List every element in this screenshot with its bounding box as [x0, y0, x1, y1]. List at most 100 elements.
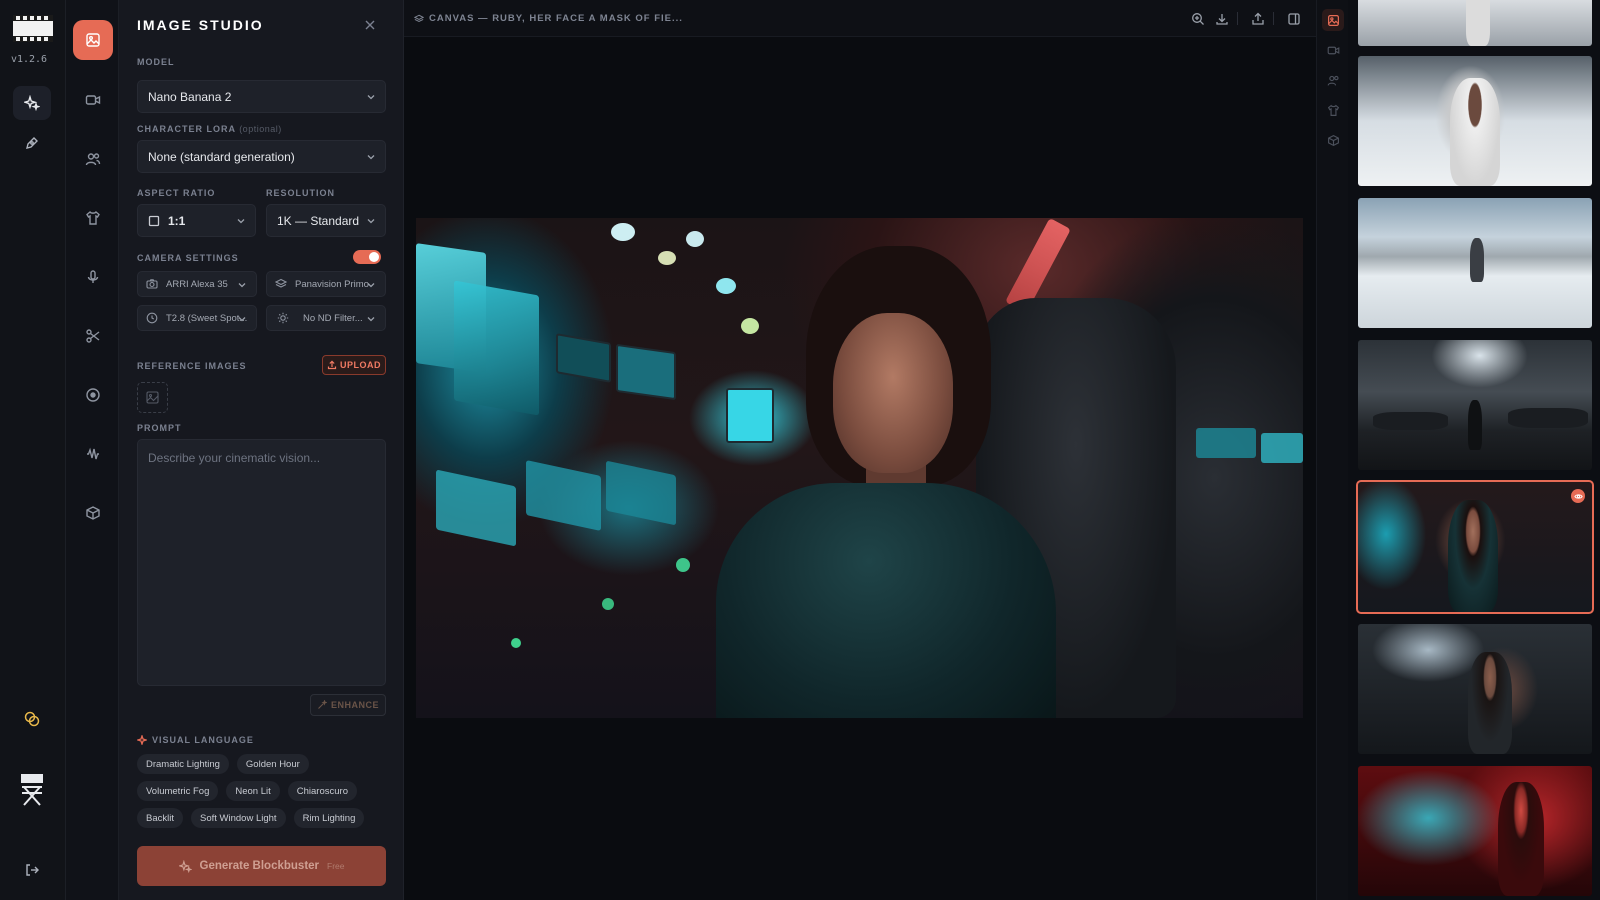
image-icon: [86, 33, 100, 47]
prompt-label: PROMPT: [137, 423, 182, 433]
add-reference-image-slot[interactable]: [137, 382, 168, 413]
zoom-in-icon: [1191, 12, 1204, 25]
rail-wardrobe-button[interactable]: [1322, 99, 1344, 121]
download-button[interactable]: [1213, 10, 1230, 27]
logout-button[interactable]: [13, 853, 51, 887]
resolution-select[interactable]: 1K — Standard: [266, 204, 386, 237]
cube-icon: [1327, 134, 1339, 146]
aspect-ratio-select[interactable]: 1:1: [137, 204, 256, 237]
rail-video-button[interactable]: [1322, 39, 1344, 61]
record-icon: [86, 388, 100, 402]
share-button[interactable]: [1249, 10, 1266, 27]
tool-cut-button[interactable]: [73, 316, 113, 356]
model-select[interactable]: Nano Banana 2: [137, 80, 386, 113]
chevron-down-icon: [238, 283, 246, 288]
nd-filter-select[interactable]: No ND Filter...: [266, 305, 386, 331]
model-value: Nano Banana 2: [148, 89, 232, 104]
sparkles-icon: [24, 95, 40, 111]
users-icon: [85, 153, 101, 166]
lens-value: Panavision Primo: [295, 278, 369, 290]
canvas-area: CANVAS — RUBY, HER FACE A MASK OF FIE...: [404, 0, 1316, 900]
director-chair-icon: [21, 774, 43, 806]
shirt-icon: [86, 210, 100, 225]
spark-icon: [137, 735, 147, 745]
video-camera-icon: [85, 95, 101, 105]
chip-neon-lit[interactable]: Neon Lit: [226, 781, 280, 801]
gallery-thumbnail[interactable]: [1358, 340, 1592, 470]
nav-edit-button[interactable]: [13, 126, 51, 160]
tool-record-button[interactable]: [73, 375, 113, 415]
tool-image-button[interactable]: [73, 20, 113, 60]
cube-icon: [86, 506, 100, 520]
app-version: v1.2.6: [10, 54, 48, 65]
nav-generate-button[interactable]: [13, 86, 51, 120]
pen-tool-icon: [26, 137, 38, 149]
tool-video-button[interactable]: [73, 80, 113, 120]
tool-3d-button[interactable]: [73, 493, 113, 533]
canvas-title: CANVAS — RUBY, HER FACE A MASK OF FIE...: [414, 13, 683, 24]
generated-image[interactable]: [416, 218, 1303, 718]
toggle-panel-button[interactable]: [1285, 10, 1302, 27]
chip-soft-window-light[interactable]: Soft Window Light: [190, 808, 286, 828]
tool-voice-button[interactable]: [73, 257, 113, 297]
upload-button[interactable]: UPLOAD: [322, 355, 386, 375]
rail-characters-button[interactable]: [1322, 69, 1344, 91]
primary-nav-rail: v1.2.6: [0, 0, 66, 900]
upload-icon: [327, 360, 337, 370]
enhance-button[interactable]: ENHANCE: [310, 694, 386, 716]
camera-settings-toggle[interactable]: [353, 250, 381, 264]
gallery-thumbnail[interactable]: [1358, 198, 1592, 328]
chevron-down-icon: [238, 317, 246, 322]
chip-backlit[interactable]: Backlit: [137, 808, 183, 828]
layers-icon: [414, 14, 424, 22]
audio-waveform-icon: [87, 447, 99, 460]
users-icon: [1327, 75, 1339, 86]
chip-volumetric-fog[interactable]: Volumetric Fog: [137, 781, 219, 801]
gallery-thumbnail[interactable]: [1358, 766, 1592, 896]
rail-3d-button[interactable]: [1322, 129, 1344, 151]
app-window: v1.2.6 IMAGE STUDIO MODEL Nano Banana 2 …: [0, 0, 1600, 900]
reference-images-label: REFERENCE IMAGES: [137, 361, 247, 371]
nd-filter-value: No ND Filter...: [303, 312, 363, 324]
zoom-button[interactable]: [1189, 10, 1206, 27]
nav-credits-button[interactable]: [13, 702, 51, 736]
optional-hint: (optional): [239, 124, 282, 134]
prompt-input[interactable]: [137, 439, 386, 686]
toolbar-divider: [1273, 12, 1274, 25]
magic-wand-icon: [318, 700, 327, 709]
chevron-down-icon: [367, 219, 375, 224]
tool-audio-button[interactable]: [73, 434, 113, 474]
camera-body-select[interactable]: ARRI Alexa 35: [137, 271, 257, 297]
nav-director-button[interactable]: [13, 770, 51, 810]
chip-rim-lighting[interactable]: Rim Lighting: [293, 808, 365, 828]
rail-image-button[interactable]: [1322, 9, 1344, 31]
sidebar-panel-icon: [1287, 12, 1300, 25]
character-lora-select[interactable]: None (standard generation): [137, 140, 386, 173]
scissors-icon: [86, 329, 100, 343]
gallery-thumbnail[interactable]: [1358, 0, 1592, 46]
eye-icon: [1573, 493, 1583, 499]
selected-badge: [1571, 489, 1585, 503]
square-icon: [148, 215, 160, 226]
aperture-select[interactable]: T2.8 (Sweet Spot...: [137, 305, 257, 331]
logout-icon: [26, 864, 39, 876]
lens-select[interactable]: Panavision Primo: [266, 271, 386, 297]
character-lora-label: CHARACTER LORA (optional): [137, 124, 282, 134]
image-add-icon: [146, 391, 159, 404]
tool-wardrobe-button[interactable]: [73, 198, 113, 238]
chip-dramatic-lighting[interactable]: Dramatic Lighting: [137, 754, 229, 774]
gallery-thumbnail[interactable]: [1358, 624, 1592, 754]
gallery-thumbnail-selected[interactable]: [1356, 480, 1594, 614]
chip-golden-hour[interactable]: Golden Hour: [236, 754, 309, 774]
gallery-thumbnail[interactable]: [1358, 56, 1592, 186]
close-icon[interactable]: [362, 17, 378, 33]
tool-characters-button[interactable]: [73, 139, 113, 179]
canvas-side-rail: [1316, 0, 1348, 900]
chip-chiaroscuro[interactable]: Chiaroscuro: [287, 781, 357, 801]
generate-free-tag: Free: [327, 861, 345, 871]
generate-label: Generate Blockbuster: [199, 860, 320, 872]
video-camera-icon: [1327, 46, 1339, 54]
aperture-value: T2.8 (Sweet Spot...: [166, 312, 248, 324]
generate-button[interactable]: Generate Blockbuster Free: [137, 846, 386, 886]
film-clapper-logo-icon: [13, 15, 53, 42]
